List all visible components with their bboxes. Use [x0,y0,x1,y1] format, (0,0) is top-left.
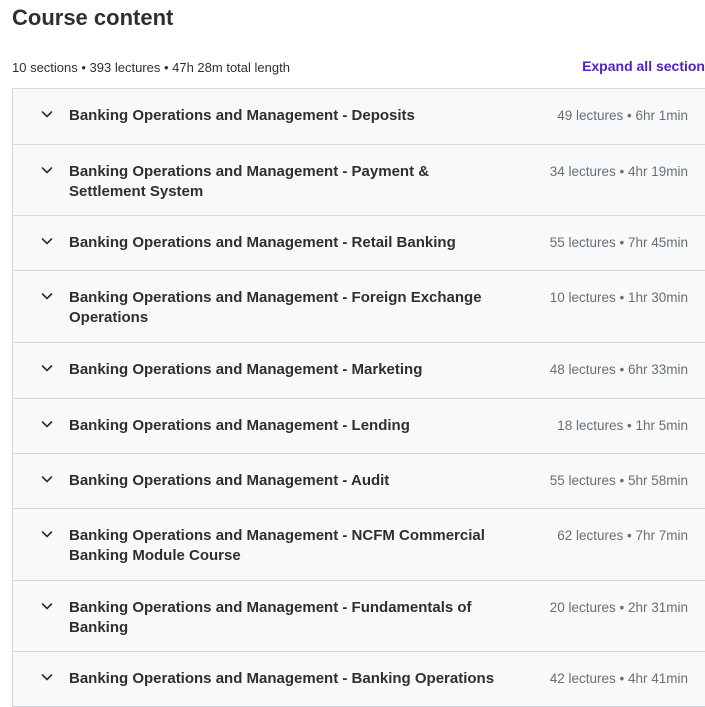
expand-all-sections-button[interactable]: Expand all section [582,58,705,74]
section-title: Banking Operations and Management - Fore… [69,289,482,326]
section-list: Banking Operations and Management - Depo… [12,88,705,707]
section-payment-settlement[interactable]: Banking Operations and Management - Paym… [13,145,705,216]
chevron-down-icon [41,603,53,610]
section-retail-banking[interactable]: Banking Operations and Management - Reta… [13,216,705,271]
section-title: Banking Operations and Management - Fund… [69,599,472,636]
course-summary: 10 sections • 393 lectures • 47h 28m tot… [12,60,290,75]
chevron-down-icon [41,421,53,428]
section-lending[interactable]: Banking Operations and Management - Lend… [13,399,705,454]
section-title: Banking Operations and Management - Lend… [69,417,410,434]
section-meta: 18 lectures • 1hr 5min [557,418,688,433]
section-meta: 20 lectures • 2hr 31min [549,600,688,615]
section-meta: 34 lectures • 4hr 19min [549,164,688,179]
section-marketing[interactable]: Banking Operations and Management - Mark… [13,343,705,399]
chevron-down-icon [41,674,53,681]
section-meta: 55 lectures • 5hr 58min [549,473,688,488]
chevron-down-icon [41,531,53,538]
section-audit[interactable]: Banking Operations and Management - Audi… [13,454,705,509]
section-ncfm-commercial-banking[interactable]: Banking Operations and Management - NCFM… [13,509,705,581]
section-title: Banking Operations and Management - Audi… [69,472,390,489]
section-title: Banking Operations and Management - NCFM… [69,527,485,564]
section-meta: 49 lectures • 6hr 1min [557,108,688,123]
chevron-down-icon [41,111,53,118]
section-title: Banking Operations and Management - Depo… [69,107,415,124]
section-meta: 42 lectures • 4hr 41min [549,671,688,686]
chevron-down-icon [41,365,53,372]
section-title: Banking Operations and Management - Paym… [69,163,430,200]
chevron-down-icon [41,167,53,174]
section-meta: 55 lectures • 7hr 45min [549,235,688,250]
section-title: Banking Operations and Management - Bank… [69,670,495,687]
section-meta: 62 lectures • 7hr 7min [557,528,688,543]
chevron-down-icon [41,476,53,483]
section-meta: 48 lectures • 6hr 33min [549,362,688,377]
section-banking-operations[interactable]: Banking Operations and Management - Bank… [13,652,705,707]
section-foreign-exchange[interactable]: Banking Operations and Management - Fore… [13,271,705,343]
page-title: Course content [12,5,174,30]
chevron-down-icon [41,238,53,245]
section-title: Banking Operations and Management - Reta… [69,234,456,251]
chevron-down-icon [41,293,53,300]
section-meta: 10 lectures • 1hr 30min [549,290,688,305]
course-summary-row: 10 sections • 393 lectures • 47h 28m tot… [12,58,705,78]
section-title: Banking Operations and Management - Mark… [69,361,423,378]
section-fundamentals-of-banking[interactable]: Banking Operations and Management - Fund… [13,581,705,652]
section-deposits[interactable]: Banking Operations and Management - Depo… [13,89,705,145]
